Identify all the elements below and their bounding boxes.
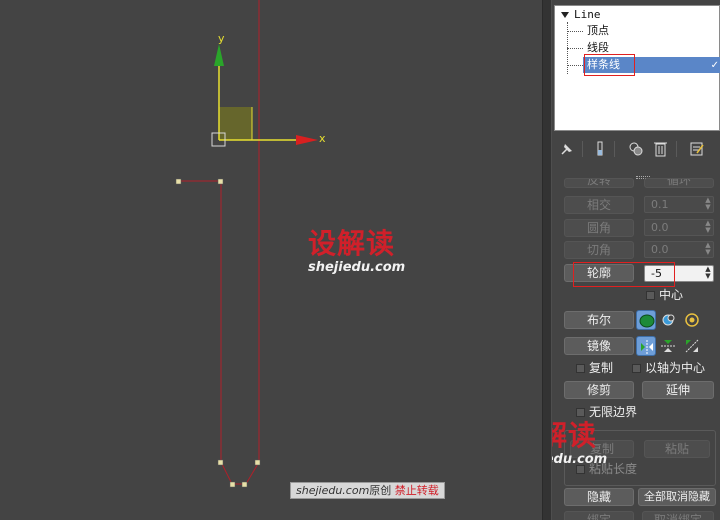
spline-vertex: [217, 178, 224, 185]
unhide-all-button[interactable]: 全部取消隐藏: [638, 488, 716, 506]
mirror-button[interactable]: 镜像: [564, 337, 634, 355]
about-pivot-checkbox[interactable]: 以轴为中心: [632, 360, 705, 376]
show-end-result-icon[interactable]: [590, 138, 610, 160]
boolean-button[interactable]: 布尔: [564, 311, 634, 329]
spline-vertex: [229, 481, 236, 488]
highlight-box: [573, 262, 675, 287]
pin-stack-icon[interactable]: [556, 138, 576, 160]
intersect-button[interactable]: 相交: [564, 196, 634, 214]
spline-vertex: [241, 481, 248, 488]
chamfer-spinner[interactable]: 0.0 ▲ ▼: [644, 241, 714, 258]
gizmo-xy-plane: [219, 107, 252, 140]
expand-triangle-icon[interactable]: [561, 12, 569, 18]
union-icon[interactable]: [636, 310, 656, 330]
gizmo-x-label: x: [319, 132, 326, 145]
mirror-both-icon[interactable]: [682, 336, 702, 356]
mirror-vertical-icon[interactable]: [658, 336, 678, 356]
spline-vertex: [217, 459, 224, 466]
trim-button[interactable]: 修剪: [564, 381, 634, 399]
highlight-box: [584, 54, 635, 76]
chamfer-button[interactable]: 切角: [564, 241, 634, 259]
intersection-icon[interactable]: [682, 310, 702, 330]
cycle-button[interactable]: 循环: [644, 178, 714, 188]
reverse-button[interactable]: 反转: [564, 178, 634, 188]
intersect-spinner[interactable]: 0.1 ▲ ▼: [644, 196, 714, 213]
modifier-stack[interactable]: Line ✓ 顶点 线段 样条线 ✓: [554, 5, 720, 131]
stack-item-vertex[interactable]: 顶点: [587, 23, 720, 39]
copy-checkbox[interactable]: 复制: [576, 360, 613, 376]
move-gizmo[interactable]: y x: [211, 32, 326, 147]
spline-shape: [179, 180, 260, 485]
spline-vertex: [175, 178, 182, 185]
tangent-group: [564, 430, 716, 486]
mirror-horizontal-icon[interactable]: [636, 336, 656, 356]
stack-toolbar: [552, 138, 720, 160]
fillet-spinner[interactable]: 0.0 ▲ ▼: [644, 219, 714, 236]
hide-button[interactable]: 隐藏: [564, 488, 634, 506]
paste-length-checkbox[interactable]: 粘贴长度: [576, 461, 637, 477]
center-checkbox[interactable]: 中心: [646, 287, 683, 303]
gizmo-y-label: y: [218, 32, 225, 45]
viewport-canvas[interactable]: y x: [0, 0, 542, 520]
check-icon: ✓: [710, 60, 719, 71]
subtraction-icon[interactable]: [658, 310, 678, 330]
stack-item-line[interactable]: Line ✓: [561, 7, 720, 23]
make-unique-icon[interactable]: [626, 138, 646, 160]
remove-modifier-icon[interactable]: [650, 138, 670, 160]
viewport-perspective[interactable]: y x 设解读 shejiedu.com shejiedu.com原创 禁止转载: [0, 0, 542, 520]
copy-tangent-button[interactable]: 复制: [570, 440, 634, 458]
infinite-bounds-checkbox[interactable]: 无限边界: [576, 404, 637, 420]
unbind-button[interactable]: 取消绑定: [642, 511, 714, 520]
extend-button[interactable]: 延伸: [642, 381, 714, 399]
spline-vertex: [254, 459, 261, 466]
command-panel: Line ✓ 顶点 线段 样条线 ✓: [552, 0, 720, 520]
panel-divider[interactable]: [542, 0, 552, 520]
gizmo-y-arrow: [214, 44, 224, 66]
fillet-button[interactable]: 圆角: [564, 219, 634, 237]
gizmo-x-arrow: [296, 135, 318, 145]
configure-sets-icon[interactable]: [686, 138, 706, 160]
paste-tangent-button[interactable]: 粘贴: [644, 440, 710, 458]
bind-button[interactable]: 绑定: [564, 511, 634, 520]
credit-banner: shejiedu.com原创 禁止转载: [290, 482, 445, 499]
